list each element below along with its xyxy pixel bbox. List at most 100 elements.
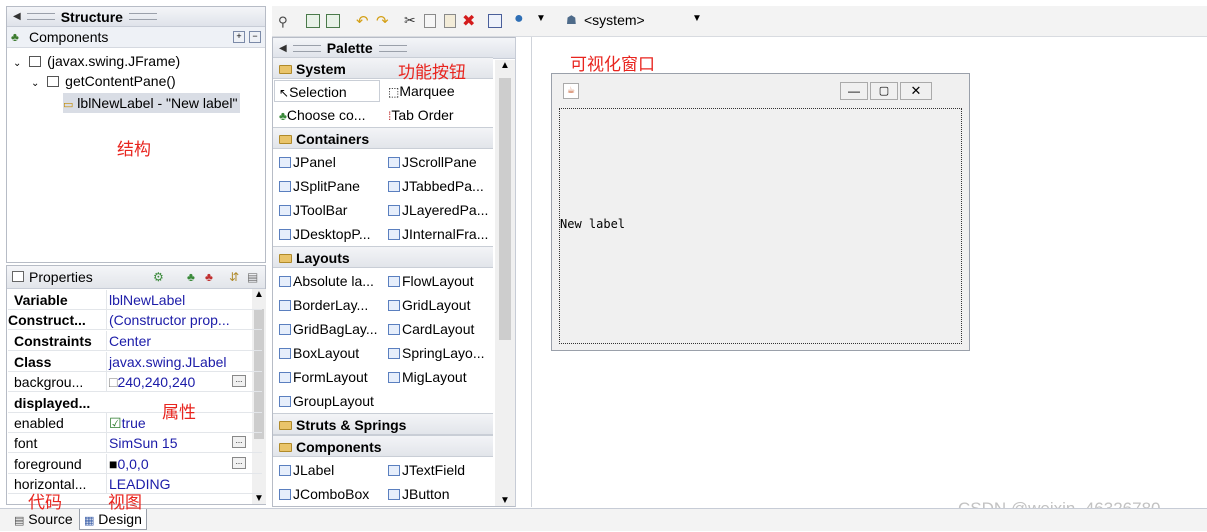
category-struts[interactable]: Struts & Springs — [273, 413, 493, 435]
component-icon — [279, 348, 291, 359]
palette-item[interactable]: Absolute la... — [279, 270, 374, 292]
expand-icon[interactable]: ⇵ — [229, 266, 239, 288]
expand-all-icon[interactable]: + — [233, 31, 245, 43]
test-gui-icon[interactable]: ⚲ — [278, 14, 294, 30]
edit-button[interactable]: ... — [232, 375, 246, 387]
tree-item-label: getContentPane() — [65, 73, 176, 89]
palette-scrollbar[interactable]: ▲ ▼ — [495, 60, 515, 506]
palette-item[interactable]: JToolBar — [279, 199, 347, 221]
edit-button[interactable]: ... — [232, 457, 246, 469]
palette-item[interactable]: FormLayout — [279, 366, 368, 388]
palette-item[interactable]: JLabel — [279, 459, 334, 481]
category-layouts[interactable]: Layouts — [273, 246, 493, 268]
category-containers[interactable]: Containers — [273, 127, 493, 149]
palette-item[interactable]: JComboBox — [279, 483, 369, 505]
main-toolbar: ⚲ ↶ ↷ ✂ ✖ ● ▼ ☗ <system> ▼ — [272, 6, 1207, 37]
source-icon: ▤ — [14, 515, 25, 527]
form-icon[interactable] — [488, 14, 502, 28]
show-events-icon[interactable]: ⚙ — [153, 266, 164, 288]
close-icon[interactable]: ✕ — [900, 82, 932, 100]
palette-titlebar: ◀ Palette — [273, 38, 515, 59]
property-row[interactable]: foreground ■0,0,0... — [8, 454, 262, 474]
scroll-down-icon[interactable]: ▼ — [252, 493, 266, 504]
tree-item-jframe[interactable]: ⌄ (javax.swing.JFrame) — [13, 51, 180, 71]
chevron-down-icon[interactable]: ⌄ — [13, 58, 21, 69]
chevron-down-icon[interactable]: ▼ — [536, 13, 552, 29]
property-row[interactable]: Construct... (Constructor prop... — [8, 310, 262, 330]
palette-item[interactable]: JScrollPane — [388, 151, 477, 173]
palette-item-taborder[interactable]: ⁞Tab Order — [388, 104, 454, 126]
palette-item[interactable]: JDesktopP... — [279, 223, 371, 245]
components-header: ♣ Components + − — [7, 27, 265, 48]
components-icon: ♣ — [11, 30, 19, 44]
palette-item-selection[interactable]: ↖Selection — [274, 80, 380, 102]
copy-icon[interactable] — [424, 14, 436, 28]
edit-button[interactable]: ... — [232, 436, 246, 448]
property-value[interactable]: javax.swing.JLabel — [106, 352, 259, 372]
new-label[interactable]: New label — [560, 217, 625, 231]
import-icon[interactable] — [306, 14, 320, 28]
minimize-icon[interactable]: — — [840, 82, 868, 100]
property-row[interactable]: Variable lblNewLabel — [8, 290, 262, 310]
property-row[interactable]: enabled ☑true — [8, 413, 262, 433]
chevron-down-icon[interactable]: ▼ — [692, 13, 708, 29]
palette-item[interactable]: JInternalFra... — [388, 223, 488, 245]
component-icon — [279, 276, 291, 287]
palette-item-marquee[interactable]: ⬚Marquee — [388, 80, 455, 102]
property-row[interactable]: Class javax.swing.JLabel — [8, 352, 262, 372]
cut-icon[interactable]: ✂ — [404, 12, 420, 28]
palette-item-choose[interactable]: ♣Choose co... — [279, 104, 365, 126]
palette-item[interactable]: JSplitPane — [279, 175, 360, 197]
choose-component-icon: ♣ — [279, 109, 287, 123]
property-value-text: Center — [109, 333, 152, 349]
property-row[interactable]: backgrou... □240,240,240... — [8, 372, 262, 392]
property-value[interactable]: Center — [106, 331, 259, 351]
paste-icon[interactable] — [444, 14, 456, 28]
component-icon — [388, 205, 400, 216]
menu-icon[interactable]: ▤ — [247, 266, 258, 288]
palette-item[interactable]: CardLayout — [388, 318, 474, 340]
property-value[interactable]: lblNewLabel — [106, 290, 259, 310]
property-value[interactable]: (Constructor prop... — [106, 310, 259, 330]
remove-icon[interactable]: ♣ — [205, 266, 213, 288]
property-row[interactable]: font SimSun 15... — [8, 433, 262, 453]
palette-item[interactable]: GridLayout — [388, 294, 470, 316]
chevron-down-icon[interactable]: ⌄ — [31, 78, 39, 89]
preview-frame[interactable]: ☕ — ▢ ✕ New label — [551, 73, 970, 351]
palette-item[interactable]: GridBagLay... — [279, 318, 378, 340]
property-row[interactable]: Constraints Center — [8, 331, 262, 351]
export-icon[interactable] — [326, 14, 340, 28]
palette-item[interactable]: GroupLayout — [279, 390, 374, 412]
palette-item[interactable]: MigLayout — [388, 366, 467, 388]
tree-item-label-selected[interactable]: ▭ lblNewLabel - "New label" — [63, 93, 241, 113]
redo-icon[interactable]: ↷ — [376, 12, 392, 30]
palette-item[interactable]: JPanel — [279, 151, 336, 173]
property-value-text: (Constructor prop... — [109, 312, 230, 328]
palette-item[interactable]: BoxLayout — [279, 342, 359, 364]
scroll-down-icon[interactable]: ▼ — [495, 495, 515, 506]
look-and-feel-icon[interactable]: ☗ — [566, 13, 582, 29]
collapse-arrow-icon[interactable]: ◀ — [279, 43, 287, 54]
maximize-icon[interactable]: ▢ — [870, 82, 898, 100]
scroll-up-icon[interactable]: ▲ — [495, 60, 515, 71]
tree-item-contentpane[interactable]: ⌄ getContentPane() — [31, 71, 176, 91]
scroll-thumb[interactable] — [499, 78, 511, 340]
collapse-arrow-icon[interactable]: ◀ — [13, 11, 21, 22]
palette-item[interactable]: SpringLayo... — [388, 342, 485, 364]
palette-item[interactable]: JLayeredPa... — [388, 199, 488, 221]
undo-icon[interactable]: ↶ — [356, 12, 372, 30]
property-row[interactable]: displayed... — [8, 393, 262, 413]
look-and-feel-select[interactable]: <system> — [584, 12, 645, 28]
palette-item[interactable]: BorderLay... — [279, 294, 368, 316]
globe-icon[interactable]: ● — [514, 10, 530, 27]
title-decoration — [292, 44, 321, 52]
delete-icon[interactable]: ✖ — [462, 11, 478, 30]
palette-item[interactable]: JTabbedPa... — [388, 175, 484, 197]
content-pane[interactable]: New label — [559, 108, 962, 344]
palette-item[interactable]: JButton — [388, 483, 449, 505]
category-components[interactable]: Components — [273, 435, 493, 457]
collapse-all-icon[interactable]: − — [249, 31, 261, 43]
add-icon[interactable]: ♣ — [187, 266, 195, 288]
palette-item[interactable]: JTextField — [388, 459, 465, 481]
palette-item[interactable]: FlowLayout — [388, 270, 474, 292]
